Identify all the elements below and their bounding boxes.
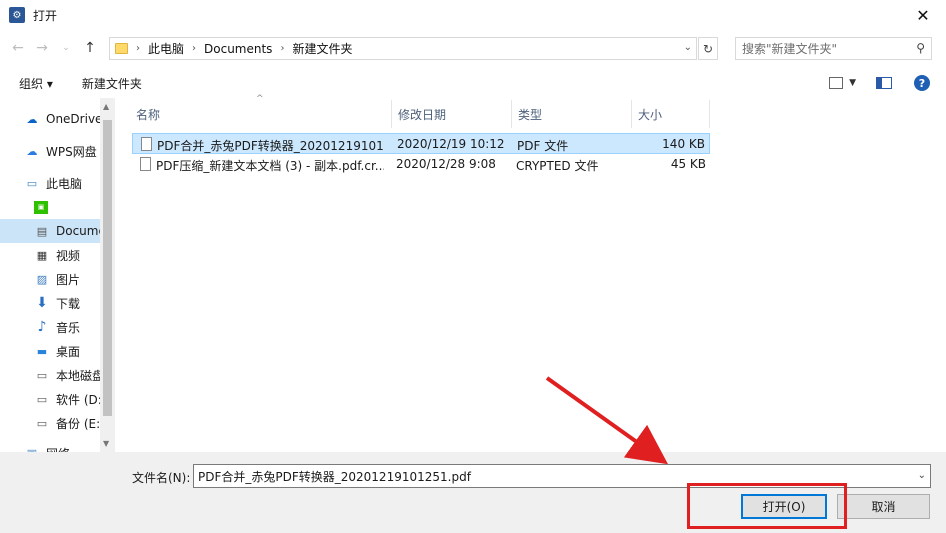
chevron-down-icon[interactable]: ▼: [849, 78, 856, 88]
scrollbar-thumb[interactable]: [103, 120, 112, 416]
refresh-icon[interactable]: ↻: [698, 37, 718, 60]
search-icon: ⚲: [916, 41, 925, 55]
recent-locations-icon[interactable]: ⌄: [56, 38, 76, 58]
filename-value: PDF合并_赤兔PDF转换器_20201219101251.pdf: [198, 469, 471, 484]
sidebar-item-drive-e[interactable]: ▭ 备份 (E:): [0, 411, 100, 435]
cloud-icon: ☁: [26, 112, 38, 126]
search-placeholder: 搜索"新建文件夹": [742, 42, 838, 56]
navigation-pane[interactable]: ☁ OneDrive ☁ WPS网盘 ▭ 此电脑 ▣ ▤ Docume ▦ 视频…: [0, 98, 115, 452]
chevron-right-icon: ›: [136, 43, 140, 54]
file-size: 45 KB: [670, 157, 706, 171]
drive-icon: ▭: [36, 416, 48, 430]
download-icon: ⬇: [36, 295, 48, 311]
file-modified: 2020/12/28 9:08: [396, 157, 496, 171]
chevron-down-icon[interactable]: ⌄: [918, 470, 926, 481]
music-icon: ♪: [37, 319, 47, 335]
file-size: 140 KB: [662, 137, 705, 151]
file-list[interactable]: ^ 名称 修改日期 类型 大小 PDF合并_赤兔PDF转换器_202012191…: [118, 94, 946, 452]
breadcrumb-documents[interactable]: Documents: [204, 42, 272, 56]
drive-icon: ▭: [36, 368, 48, 382]
sidebar-item-desktop[interactable]: ▬ 桌面: [0, 339, 100, 363]
sidebar-item-pictures[interactable]: ▨ 图片: [0, 267, 100, 291]
folder-icon: [115, 43, 128, 54]
sidebar-item-local-disk[interactable]: ▭ 本地磁盘: [0, 363, 100, 387]
sidebar-item-network[interactable]: ▣ 网络: [0, 441, 100, 453]
window-title: 打开: [33, 8, 58, 23]
app-icon: ⚙: [9, 7, 25, 23]
file-name: PDF合并_赤兔PDF转换器_20201219101...: [157, 139, 385, 153]
sidebar-item-this-pc[interactable]: ▭ 此电脑: [0, 171, 100, 195]
up-arrow-icon[interactable]: ↑: [80, 38, 100, 58]
organize-button[interactable]: 组织 ▾: [19, 75, 53, 92]
file-row[interactable]: PDF合并_赤兔PDF转换器_20201219101... 2020/12/19…: [132, 133, 710, 154]
column-header-size[interactable]: 大小: [632, 100, 710, 128]
generic-file-icon: [140, 157, 151, 171]
video-icon: ▦: [36, 248, 48, 262]
breadcrumb-this-pc[interactable]: 此电脑: [148, 40, 184, 57]
file-row[interactable]: PDF压缩_新建文本文档 (3) - 副本.pdf.cr... 2020/12/…: [132, 154, 710, 175]
view-options-icon[interactable]: [829, 77, 844, 89]
preview-pane-icon[interactable]: [876, 77, 892, 89]
drive-icon: ▭: [36, 392, 48, 406]
back-arrow-icon[interactable]: ←: [8, 38, 28, 58]
wps-cloud-icon: ☁: [26, 144, 38, 158]
file-modified: 2020/12/19 10:12: [397, 137, 505, 151]
chevron-right-icon: ›: [192, 43, 197, 54]
sidebar-item-wps[interactable]: ☁ WPS网盘: [0, 139, 100, 163]
sidebar-item-wechat[interactable]: ▣: [0, 195, 100, 219]
file-type: CRYPTED 文件: [516, 159, 599, 173]
computer-icon: ▭: [26, 176, 38, 190]
chevron-right-icon: ›: [280, 43, 285, 54]
column-header-name[interactable]: 名称: [130, 100, 392, 128]
column-header-modified[interactable]: 修改日期: [392, 100, 512, 128]
cancel-button[interactable]: 取消: [837, 494, 930, 519]
pdf-file-icon: [141, 137, 152, 151]
sidebar-item-drive-d[interactable]: ▭ 软件 (D:: [0, 387, 100, 411]
sidebar-item-documents[interactable]: ▤ Docume: [0, 219, 100, 243]
close-icon[interactable]: ✕: [900, 0, 946, 30]
sidebar-item-music[interactable]: ♪ 音乐: [0, 315, 100, 339]
scroll-down-icon[interactable]: ▼: [103, 439, 109, 448]
scroll-up-icon[interactable]: ▲: [103, 102, 109, 111]
column-header-type[interactable]: 类型: [512, 100, 632, 128]
sidebar-item-onedrive[interactable]: ☁ OneDrive: [0, 107, 101, 131]
address-bar[interactable]: › 此电脑 › Documents › 新建文件夹 ⌄: [109, 37, 697, 60]
title-bar: ⚙ 打开 ✕: [0, 0, 946, 30]
command-bar: 组织 ▾ 新建文件夹 ▼ ?: [0, 68, 946, 98]
sidebar-item-videos[interactable]: ▦ 视频: [0, 243, 100, 267]
navigation-bar: ← → ⌄ ↑ › 此电脑 › Documents › 新建文件夹 ⌄ ↻ 搜索…: [0, 34, 946, 62]
search-input[interactable]: 搜索"新建文件夹" ⚲: [735, 37, 932, 60]
wechat-files-icon: ▣: [34, 200, 48, 214]
desktop-icon: ▬: [36, 344, 48, 358]
picture-icon: ▨: [36, 272, 48, 286]
help-icon[interactable]: ?: [914, 75, 930, 91]
chevron-down-icon[interactable]: ⌄: [684, 42, 692, 53]
new-folder-button[interactable]: 新建文件夹: [82, 75, 142, 92]
sidebar-scrollbar[interactable]: ▲ ▼: [100, 98, 115, 452]
sidebar-item-downloads[interactable]: ⬇ 下载: [0, 291, 100, 315]
document-icon: ▤: [36, 224, 48, 238]
forward-arrow-icon[interactable]: →: [32, 38, 52, 58]
file-name: PDF压缩_新建文本文档 (3) - 副本.pdf.cr...: [156, 159, 384, 173]
file-type: PDF 文件: [517, 139, 569, 153]
annotation-highlight-box: [687, 483, 847, 529]
breadcrumb-new-folder[interactable]: 新建文件夹: [292, 40, 352, 57]
filename-label: 文件名(N):: [132, 471, 191, 485]
